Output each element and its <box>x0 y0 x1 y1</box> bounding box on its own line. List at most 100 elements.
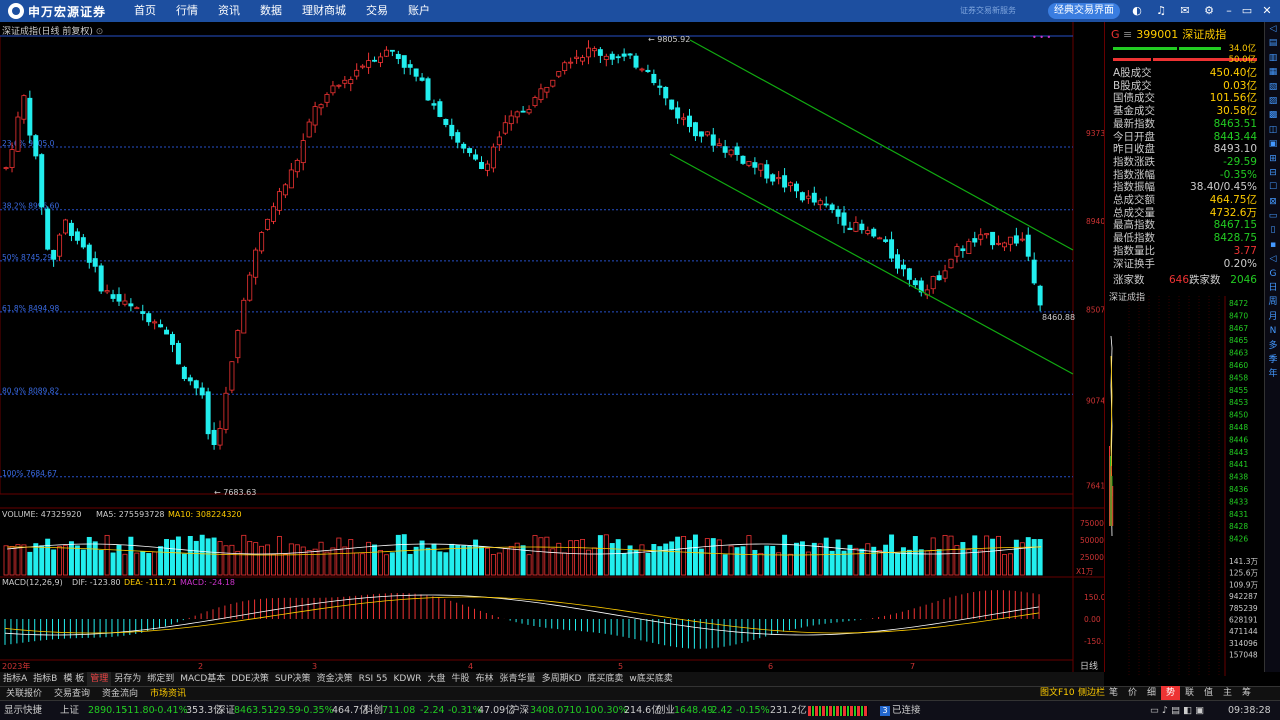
period-button[interactable]: 季 <box>1265 353 1280 367</box>
nav-market[interactable]: 行情 <box>166 0 208 22</box>
nav-account[interactable]: 账户 <box>398 0 440 22</box>
tool-icon[interactable]: ▤ <box>1265 36 1280 50</box>
volume-bar <box>687 540 692 576</box>
tool-icon[interactable]: ▧ <box>1265 80 1280 94</box>
panel-tab[interactable]: 联 <box>1180 686 1199 700</box>
panel-tab[interactable]: 细 <box>1142 686 1161 700</box>
tool-icon[interactable]: ▪ <box>1265 238 1280 252</box>
tab-fund-flow[interactable]: 资金流向 <box>96 687 144 700</box>
tool-icon[interactable]: ⊞ <box>1265 152 1280 166</box>
indicator-tab[interactable]: 指标A <box>0 672 30 686</box>
tool-icon[interactable]: ▨ <box>1265 94 1280 108</box>
period-button[interactable]: 日 <box>1265 281 1280 295</box>
tray-icons[interactable]: ▭ ♪ ▤ ◧ ▣ <box>1150 701 1204 720</box>
kline-chart[interactable]: 23.6% 9305.0 38.2% 8996.60 50% 8745.29 61.8… <box>0 22 1108 672</box>
candle-up <box>223 392 229 430</box>
stat-number: -29.59 <box>1223 155 1257 168</box>
classic-trade-button[interactable]: 经典交易界面 <box>1048 3 1120 19</box>
tool-icon[interactable]: ▭ <box>1265 209 1280 223</box>
nav-trade[interactable]: 交易 <box>356 0 398 22</box>
tool-icon[interactable]: ▣ <box>1265 137 1280 151</box>
indicator-tab[interactable]: RSI 55 <box>356 672 391 686</box>
tab-related-quote[interactable]: 关联报价 <box>0 687 48 700</box>
sidebar-button[interactable]: 侧边栏 <box>1078 686 1105 700</box>
indicator-tab[interactable]: 指标B <box>30 672 60 686</box>
indicator-tab[interactable]: 多周期KD <box>539 672 585 686</box>
panel-tab[interactable]: 值 <box>1199 686 1218 700</box>
close-icon[interactable]: ✕ <box>1260 4 1274 18</box>
panel-tab[interactable]: 主 <box>1218 686 1237 700</box>
panel-tab[interactable]: 势 <box>1161 686 1180 700</box>
candle-up <box>966 241 972 254</box>
indicator-tab[interactable]: 张青华量 <box>497 672 539 686</box>
settings-icon[interactable]: ⊙ <box>96 27 104 37</box>
volume-bar <box>538 537 544 576</box>
period-button[interactable]: 年 <box>1265 367 1280 381</box>
candle-down <box>45 208 51 250</box>
indicator-tab[interactable]: 大盘 <box>425 672 449 686</box>
tab-market-news[interactable]: 市场资讯 <box>144 687 192 700</box>
gear-icon[interactable]: ⚙ <box>1202 4 1216 18</box>
candle-up <box>377 56 383 63</box>
period-label: 日线 <box>1080 660 1098 672</box>
indicator-tab[interactable]: MACD基本 <box>177 672 228 686</box>
tool-icon[interactable]: ☐ <box>1265 180 1280 194</box>
tool-icon[interactable]: ⊠ <box>1265 195 1280 209</box>
tab-trade-query[interactable]: 交易查询 <box>48 687 96 700</box>
indicator-tab[interactable]: 模 板 <box>60 672 87 686</box>
volume-bar <box>152 551 158 576</box>
indicator-tab[interactable]: 管理 <box>87 672 112 686</box>
headset-icon[interactable]: ♫ <box>1154 4 1168 18</box>
candle-up <box>276 191 282 211</box>
indicator-tab[interactable]: 布林 <box>473 672 497 686</box>
candle-up <box>556 71 562 77</box>
macd-dea: DEA: -111.71 <box>124 578 177 587</box>
stat-value: 8443.44 <box>1214 131 1257 144</box>
indicator-tab[interactable]: SUP决策 <box>272 672 314 686</box>
period-button[interactable]: 多 <box>1265 339 1280 353</box>
intraday-mini-chart[interactable]: 8472 8470 8467 8465 8463 8460 8458 8455 8453 8450… <box>1105 296 1264 676</box>
nav-wealth-mall[interactable]: 理财商城 <box>292 0 356 22</box>
theme-icon[interactable]: ◐ <box>1130 4 1144 18</box>
panel-tab[interactable]: 笔 <box>1104 686 1123 700</box>
minimize-icon[interactable]: – <box>1222 4 1236 18</box>
chart-canvas[interactable]: 23.6% 9305.0 38.2% 8996.60 50% 8745.29 61.8… <box>0 22 1108 672</box>
period-button[interactable]: N <box>1265 324 1280 338</box>
f10-button[interactable]: 图文F10 <box>1040 686 1075 700</box>
nav-data[interactable]: 数据 <box>250 0 292 22</box>
period-button[interactable]: G <box>1265 267 1280 281</box>
nav-news[interactable]: 资讯 <box>208 0 250 22</box>
indicator-tab[interactable]: w底买底卖 <box>626 672 675 686</box>
indicator-tab[interactable]: 资金决策 <box>314 672 356 686</box>
tool-icon[interactable]: ▯ <box>1265 223 1280 237</box>
tool-icon[interactable]: ◁ <box>1265 22 1280 36</box>
indicator-tab[interactable]: 底买底卖 <box>584 672 626 686</box>
candle-down <box>110 294 116 299</box>
candle-up <box>514 111 520 118</box>
stat-label: 指数振幅 <box>1113 181 1155 194</box>
menu-icon[interactable]: ≡ <box>1123 28 1132 41</box>
indicator-tab[interactable]: 牛股 <box>449 672 473 686</box>
tool-icon[interactable]: ◁ <box>1265 252 1280 266</box>
period-button[interactable]: 月 <box>1265 310 1280 324</box>
period-button[interactable]: 周 <box>1265 295 1280 309</box>
indicator-tab[interactable]: 另存为 <box>111 672 144 686</box>
tool-icon[interactable]: ▩ <box>1265 108 1280 122</box>
quick-display[interactable]: 显示快捷 <box>4 701 42 720</box>
nav-home[interactable]: 首页 <box>124 0 166 22</box>
indicator-tab[interactable]: DDE决策 <box>228 672 272 686</box>
tool-icon[interactable]: ▥ <box>1265 51 1280 65</box>
maximize-icon[interactable]: ▭ <box>1240 4 1254 18</box>
tool-icon[interactable]: ▦ <box>1265 65 1280 79</box>
sh-value: 2890.15 <box>88 705 128 716</box>
indicator-tab[interactable]: KDWR <box>391 672 425 686</box>
candle-down <box>431 103 437 106</box>
volume-bar <box>651 544 657 576</box>
tool-icon[interactable]: ◫ <box>1265 123 1280 137</box>
panel-tab[interactable]: 筹 <box>1237 686 1256 700</box>
indicator-tab[interactable]: 绑定到 <box>144 672 177 686</box>
tool-icon[interactable]: ⊟ <box>1265 166 1280 180</box>
panel-tab[interactable]: 价 <box>1123 686 1142 700</box>
mail-icon[interactable]: ✉ <box>1178 4 1192 18</box>
candle-up <box>639 68 645 71</box>
